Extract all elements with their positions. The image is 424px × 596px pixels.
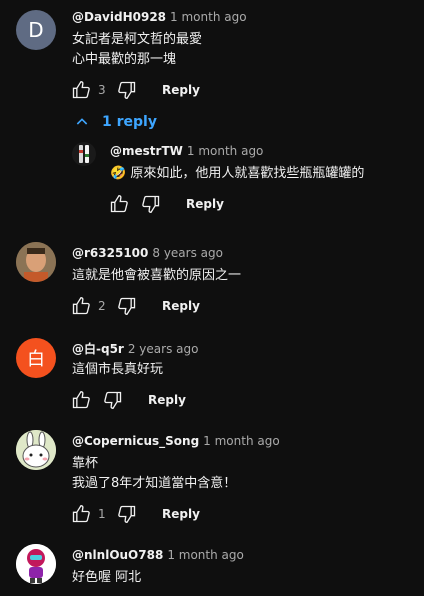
like-icon[interactable] — [108, 193, 130, 215]
comment-author[interactable]: @Copernicus_Song 1 month ago — [72, 434, 280, 448]
comment-text: 🤣 原來如此，他用人就喜歡找些瓶瓶罐罐的 — [110, 166, 365, 181]
avatar[interactable]: 白 — [16, 338, 56, 378]
comment-time[interactable]: 8 years ago — [152, 246, 223, 260]
bunny-icon — [16, 430, 56, 470]
comment-text: 好色喔 阿北 — [72, 570, 142, 585]
comment-author[interactable]: @nlnlOuO788 1 month ago — [72, 548, 244, 562]
comment-actions: Reply — [70, 388, 186, 412]
profile-photo — [16, 242, 56, 282]
dislike-icon[interactable] — [102, 389, 124, 411]
dislike-icon[interactable] — [116, 503, 138, 525]
reply-button[interactable]: Reply — [162, 507, 200, 521]
dislike-icon[interactable] — [140, 193, 162, 215]
emoji: 🤣 — [110, 166, 127, 181]
comment-text: 這就是他會被喜歡的原因之一 — [72, 268, 242, 283]
comment-actions: 3 Reply — [70, 78, 200, 102]
replies-toggle[interactable]: 1 reply — [74, 114, 157, 130]
dislike-icon[interactable] — [116, 79, 138, 101]
comment-time[interactable]: 1 month ago — [167, 548, 244, 562]
comment-text: 女記者是柯文哲的最愛 心中最歡的那一塊 — [72, 32, 203, 67]
comment-time[interactable]: 1 month ago — [203, 434, 280, 448]
like-icon[interactable] — [70, 295, 92, 317]
character-icon — [16, 544, 56, 584]
comment-time[interactable]: 1 month ago — [170, 10, 247, 24]
avatar[interactable]: D — [16, 10, 56, 50]
comment-text: 靠杯 我過了8年才知道當中含意！ — [72, 456, 237, 491]
like-count: 1 — [98, 507, 106, 521]
reply-button[interactable]: Reply — [148, 393, 186, 407]
like-icon[interactable] — [70, 389, 92, 411]
comment-author[interactable]: @DavidH0928 1 month ago — [72, 10, 247, 24]
reply-button[interactable]: Reply — [186, 197, 224, 211]
dislike-icon[interactable] — [116, 295, 138, 317]
comment-time[interactable]: 2 years ago — [128, 342, 199, 356]
comment-time[interactable]: 1 month ago — [187, 144, 264, 158]
reply-button[interactable]: Reply — [162, 83, 200, 97]
avatar[interactable] — [16, 430, 56, 470]
like-count: 3 — [98, 83, 106, 97]
comment-actions: 1 Reply — [70, 502, 200, 526]
comment-text: 這個市長真好玩 — [72, 362, 164, 377]
avatar[interactable] — [16, 544, 56, 584]
like-icon[interactable] — [70, 79, 92, 101]
chevron-up-icon — [76, 118, 88, 125]
like-count: 2 — [98, 299, 106, 313]
like-icon[interactable] — [70, 503, 92, 525]
avatar[interactable] — [16, 242, 56, 282]
reply-button[interactable]: Reply — [162, 299, 200, 313]
bottles-icon — [79, 145, 89, 163]
avatar[interactable] — [72, 142, 96, 166]
comment-actions: 2 Reply — [70, 294, 200, 318]
comment-author[interactable]: @r6325100 8 years ago — [72, 246, 223, 260]
comment-actions: Reply — [108, 192, 224, 216]
comment-author[interactable]: @mestrTW 1 month ago — [110, 144, 263, 158]
comment-author[interactable]: @白-q5r 2 years ago — [72, 340, 198, 357]
